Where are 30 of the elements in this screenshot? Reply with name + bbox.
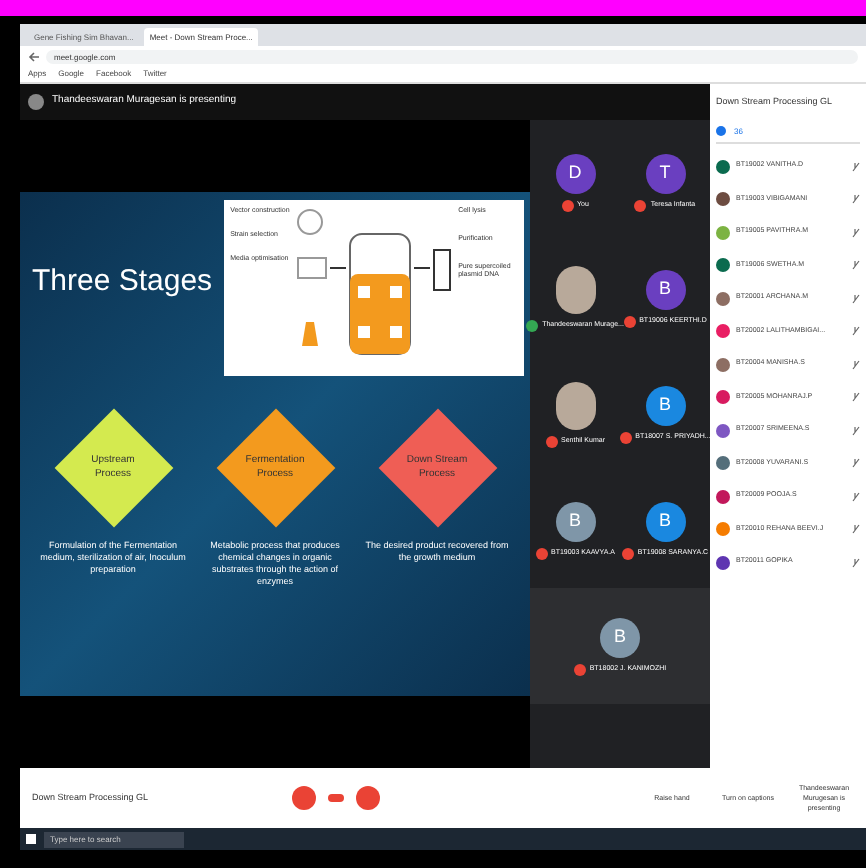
avatar-initial: D (555, 153, 595, 193)
presenter-avatar (28, 94, 44, 110)
windows-start-icon[interactable] (26, 834, 36, 844)
back-arrow-icon[interactable] (28, 51, 40, 61)
muted-mic-icon (852, 293, 860, 303)
mic-off-button[interactable] (292, 786, 316, 810)
muted-mic-icon (852, 194, 860, 204)
muted-mic-icon (852, 458, 860, 468)
muted-mic-icon (852, 491, 860, 501)
avatar-initial: B (645, 269, 685, 309)
muted-mic-icon (852, 227, 860, 237)
camera-off-button[interactable] (356, 786, 380, 810)
muted-mic-icon (852, 359, 860, 369)
people-icon[interactable] (716, 126, 726, 137)
avatar-initial: B (645, 385, 685, 425)
hang-up-button[interactable] (328, 794, 344, 802)
photo-placeholder (555, 381, 595, 429)
muted-mic-icon (852, 524, 860, 534)
avatar-initial: B (555, 501, 595, 541)
muted-mic-icon (852, 425, 860, 435)
muted-mic-icon (852, 161, 860, 171)
muted-mic-icon (852, 557, 860, 567)
photo-placeholder (555, 265, 595, 313)
avatar-initial: T (645, 153, 685, 193)
slide-title: Three Stages (32, 262, 213, 302)
muted-mic-icon (852, 392, 860, 402)
muted-mic-icon (852, 260, 860, 270)
avatar-initial: B (645, 501, 685, 541)
muted-mic-icon (852, 326, 860, 336)
avatar-initial: B (600, 617, 640, 657)
